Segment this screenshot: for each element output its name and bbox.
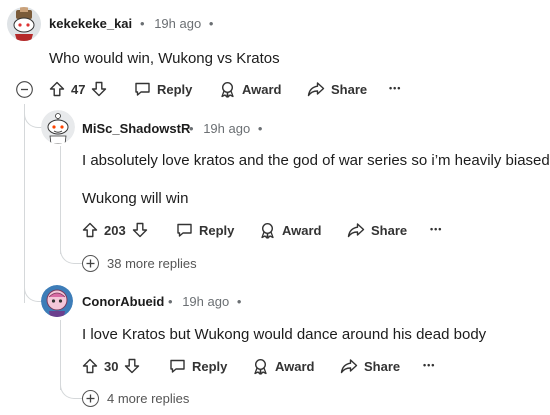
share-label: Share bbox=[371, 222, 408, 238]
comment-author[interactable]: MiSc_ShadowstR bbox=[82, 121, 190, 136]
expand-icon bbox=[82, 390, 99, 407]
upvote-icon bbox=[82, 222, 98, 238]
comment-body: I love Kratos but Wukong would dance aro… bbox=[82, 326, 487, 343]
share-button[interactable]: Share bbox=[340, 358, 400, 374]
upvote-button[interactable]: 47 bbox=[49, 81, 107, 97]
snoo-avatar-icon bbox=[41, 285, 73, 317]
separator-dot: • bbox=[208, 16, 214, 31]
more-replies-label: 4 more replies bbox=[107, 391, 190, 406]
more-options-icon: ••• bbox=[423, 360, 436, 370]
upvote-icon bbox=[82, 358, 98, 374]
reply-icon bbox=[135, 82, 150, 96]
more-options-button[interactable]: ••• bbox=[430, 224, 442, 234]
more-options-icon: ••• bbox=[430, 224, 443, 234]
reply-label: Reply bbox=[157, 81, 193, 97]
award-button[interactable]: Award bbox=[219, 81, 282, 98]
thread-curve-reply-2 bbox=[24, 278, 42, 302]
reply-button[interactable]: Reply bbox=[176, 222, 234, 238]
comment-author[interactable]: kekekeke_kai bbox=[49, 16, 132, 31]
share-icon bbox=[340, 359, 358, 374]
more-replies-button[interactable]: 4 more replies bbox=[82, 390, 189, 407]
reply-icon bbox=[177, 223, 192, 237]
reply-label: Reply bbox=[192, 358, 228, 374]
more-replies-button[interactable]: 38 more replies bbox=[82, 255, 197, 272]
downvote-icon[interactable] bbox=[132, 222, 148, 238]
separator-dot: • bbox=[236, 294, 242, 309]
separator-dot: • bbox=[168, 294, 173, 309]
share-icon bbox=[307, 82, 325, 97]
more-options-icon: ••• bbox=[389, 83, 402, 93]
separator-dot: • bbox=[140, 16, 145, 31]
share-label: Share bbox=[331, 81, 368, 97]
separator-dot: • bbox=[257, 121, 263, 136]
reply-label: Reply bbox=[199, 222, 235, 238]
downvote-icon[interactable] bbox=[91, 81, 107, 97]
comment-body: I absolutely love kratos and the god of … bbox=[82, 152, 550, 169]
share-label: Share bbox=[364, 358, 401, 374]
award-button[interactable]: Award bbox=[259, 222, 322, 239]
award-label: Award bbox=[275, 359, 315, 374]
separator-dot: • bbox=[189, 121, 194, 136]
reply-icon bbox=[170, 359, 185, 373]
thread-curve-more-replies-2 bbox=[60, 375, 82, 399]
avatar[interactable] bbox=[7, 7, 41, 41]
award-icon bbox=[254, 358, 267, 375]
collapse-icon bbox=[16, 81, 33, 98]
upvote-button[interactable]: 30 bbox=[82, 358, 140, 374]
upvote-button[interactable]: 203 bbox=[82, 222, 148, 238]
award-button[interactable]: Award bbox=[252, 358, 315, 375]
collapse-thread-button[interactable] bbox=[16, 81, 33, 103]
comment-body: Who would win, Wukong vs Kratos bbox=[49, 50, 280, 67]
more-replies-label: 38 more replies bbox=[107, 256, 197, 271]
share-button[interactable]: Share bbox=[307, 81, 367, 97]
thread-curve-more-replies-1 bbox=[60, 240, 82, 264]
comment-timestamp: 19h ago bbox=[182, 294, 230, 309]
expand-icon bbox=[82, 255, 99, 272]
thread-line-root-continue bbox=[24, 128, 25, 303]
comment-meta: • 19h ago • bbox=[168, 294, 241, 309]
vote-count: 203 bbox=[104, 222, 126, 238]
vote-count: 47 bbox=[71, 81, 86, 97]
avatar[interactable] bbox=[41, 285, 73, 317]
vote-count: 30 bbox=[104, 358, 119, 374]
comment-meta: • 19h ago • bbox=[189, 121, 262, 136]
award-icon bbox=[221, 81, 234, 98]
award-label: Award bbox=[242, 82, 282, 97]
award-label: Award bbox=[282, 223, 322, 238]
comment-author[interactable]: ConorAbueid bbox=[82, 294, 164, 309]
comment-meta: • 19h ago • bbox=[140, 16, 213, 31]
award-icon bbox=[261, 222, 274, 239]
share-icon bbox=[347, 223, 365, 238]
snoo-avatar-icon bbox=[41, 110, 75, 144]
snoo-avatar-icon bbox=[7, 7, 41, 41]
reply-button[interactable]: Reply bbox=[134, 81, 192, 97]
share-button[interactable]: Share bbox=[347, 222, 407, 238]
comment-timestamp: 19h ago bbox=[203, 121, 251, 136]
upvote-icon bbox=[49, 81, 65, 97]
more-options-button[interactable]: ••• bbox=[389, 83, 401, 93]
downvote-icon[interactable] bbox=[124, 358, 140, 374]
reply-button[interactable]: Reply bbox=[169, 358, 227, 374]
comment-body: Wukong will win bbox=[82, 190, 189, 207]
more-options-button[interactable]: ••• bbox=[423, 360, 435, 370]
avatar[interactable] bbox=[41, 110, 75, 144]
thread-line-reply-1 bbox=[60, 146, 61, 254]
thread-curve-reply-1 bbox=[24, 104, 42, 128]
comment-timestamp: 19h ago bbox=[154, 16, 202, 31]
